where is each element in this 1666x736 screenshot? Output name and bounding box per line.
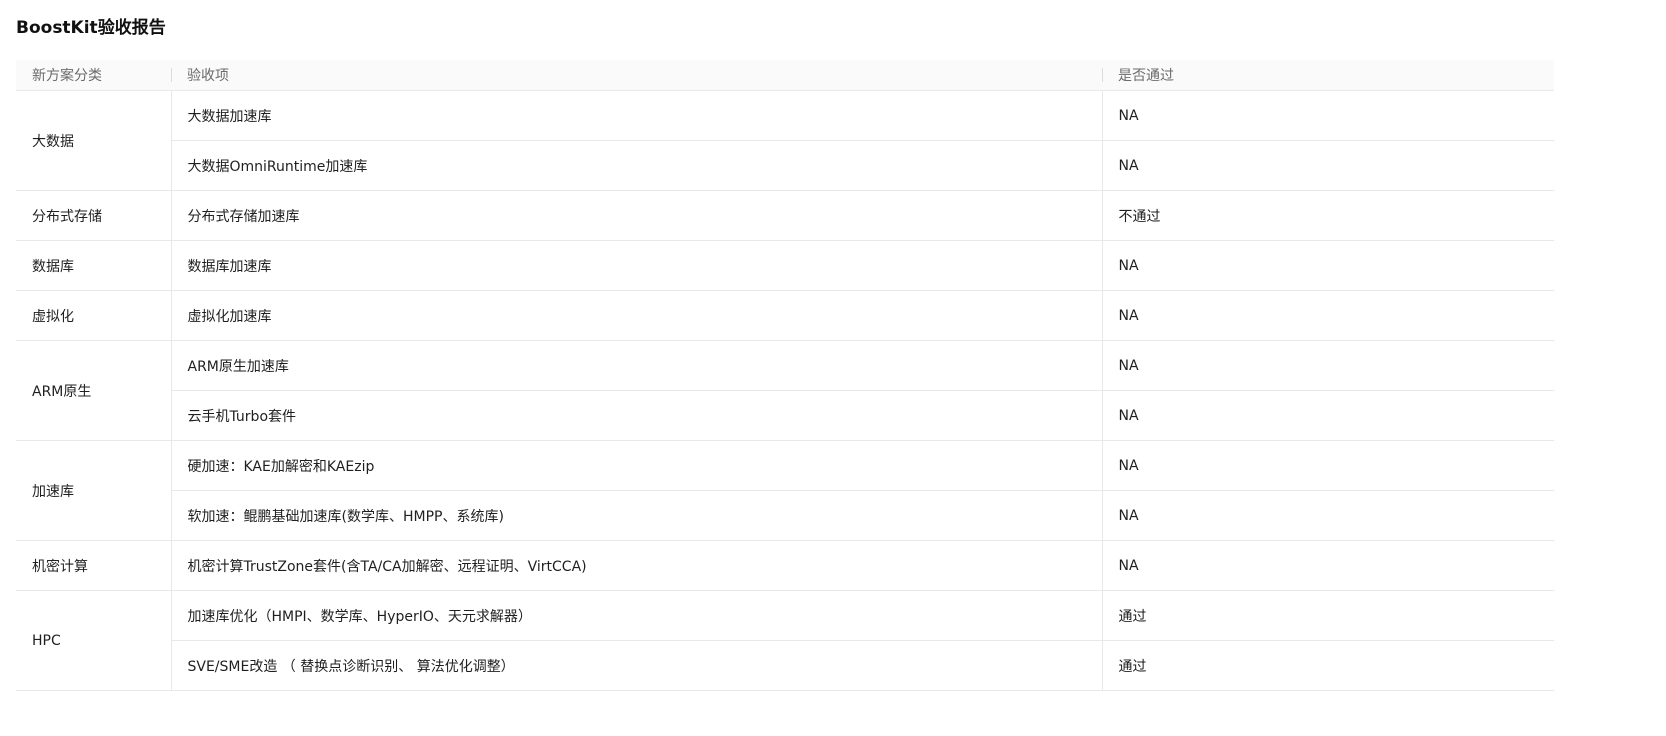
item-cell: 硬加速：KAE加解密和KAEzip bbox=[171, 440, 1102, 491]
result-cell: NA bbox=[1101, 440, 1554, 491]
result-cell: NA bbox=[1101, 340, 1554, 391]
result-cell: NA bbox=[1101, 490, 1554, 541]
table-row: 分布式存储 分布式存储加速库 不通过 bbox=[16, 190, 1554, 241]
category-cell: 数据库 bbox=[16, 240, 172, 291]
table-row: 软加速：鲲鹏基础加速库(数学库、HMPP、系统库) NA bbox=[16, 490, 1554, 541]
table-row: 加速库 硬加速：KAE加解密和KAEzip NA bbox=[16, 440, 1554, 541]
item-cell: 数据库加速库 bbox=[171, 240, 1102, 291]
category-cell: HPC bbox=[16, 590, 172, 691]
item-cell: 大数据OmniRuntime加速库 bbox=[171, 140, 1102, 191]
category-cell: 加速库 bbox=[16, 440, 172, 541]
result-cell: NA bbox=[1101, 390, 1554, 441]
category-cell: 分布式存储 bbox=[16, 190, 172, 241]
result-cell: 通过 bbox=[1101, 590, 1554, 641]
result-cell: NA bbox=[1101, 540, 1554, 591]
item-cell: 虚拟化加速库 bbox=[171, 290, 1102, 341]
table-row: 大数据OmniRuntime加速库 NA bbox=[16, 140, 1554, 191]
table-header-row: 新方案分类 验收项 是否通过 bbox=[16, 60, 1554, 91]
category-cell: 虚拟化 bbox=[16, 290, 172, 341]
page-title: BoostKit验收报告 bbox=[16, 18, 166, 38]
result-cell: NA bbox=[1101, 240, 1554, 291]
item-cell: ARM原生加速库 bbox=[171, 340, 1102, 391]
table-row: HPC 加速库优化（HMPI、数学库、HyperIO、天元求解器） 通过 bbox=[16, 590, 1554, 691]
column-header-item: 验收项 bbox=[171, 60, 1102, 91]
table-body: 大数据 大数据加速库 NA 大数据OmniRuntime加速库 NA 分布式存储 分布式存储… bbox=[16, 90, 1554, 691]
item-cell: 软加速：鲲鹏基础加速库(数学库、HMPP、系统库) bbox=[171, 490, 1102, 541]
acceptance-table: 新方案分类 验收项 是否通过 大数据 大数据加速库 NA 大数据OmniRuntime… bbox=[16, 60, 1554, 691]
column-header-passed: 是否通过 bbox=[1102, 60, 1554, 91]
table-row: ARM原生 ARM原生加速库 NA bbox=[16, 340, 1554, 441]
column-header-category: 新方案分类 bbox=[16, 60, 171, 91]
table-row: 机密计算 机密计算TrustZone套件(含TA/CA加解密、远程证明、VirtC… bbox=[16, 540, 1554, 591]
result-cell: 通过 bbox=[1101, 640, 1554, 691]
category-cell: 大数据 bbox=[16, 90, 172, 191]
table-row: 云手机Turbo套件 NA bbox=[16, 390, 1554, 441]
category-cell: 机密计算 bbox=[16, 540, 172, 591]
item-cell: SVE/SME改造 （ 替换点诊断识别、 算法优化调整） bbox=[171, 640, 1102, 691]
result-cell: NA bbox=[1101, 290, 1554, 341]
item-cell: 机密计算TrustZone套件(含TA/CA加解密、远程证明、VirtCCA) bbox=[171, 540, 1102, 591]
item-cell: 大数据加速库 bbox=[171, 90, 1102, 141]
category-cell: ARM原生 bbox=[16, 340, 172, 441]
report-page: BoostKit验收报告 新方案分类 验收项 是否通过 大数据 大数据加速库 NA 大… bbox=[0, 0, 1666, 736]
table-row: 大数据 大数据加速库 NA bbox=[16, 90, 1554, 191]
item-cell: 云手机Turbo套件 bbox=[171, 390, 1102, 441]
table-row: 数据库 数据库加速库 NA bbox=[16, 240, 1554, 291]
result-cell: 不通过 bbox=[1101, 190, 1554, 241]
result-cell: NA bbox=[1101, 90, 1554, 141]
table-row: 虚拟化 虚拟化加速库 NA bbox=[16, 290, 1554, 341]
item-cell: 加速库优化（HMPI、数学库、HyperIO、天元求解器） bbox=[171, 590, 1102, 641]
result-cell: NA bbox=[1101, 140, 1554, 191]
table-row: SVE/SME改造 （ 替换点诊断识别、 算法优化调整） 通过 bbox=[16, 640, 1554, 691]
item-cell: 分布式存储加速库 bbox=[171, 190, 1102, 241]
